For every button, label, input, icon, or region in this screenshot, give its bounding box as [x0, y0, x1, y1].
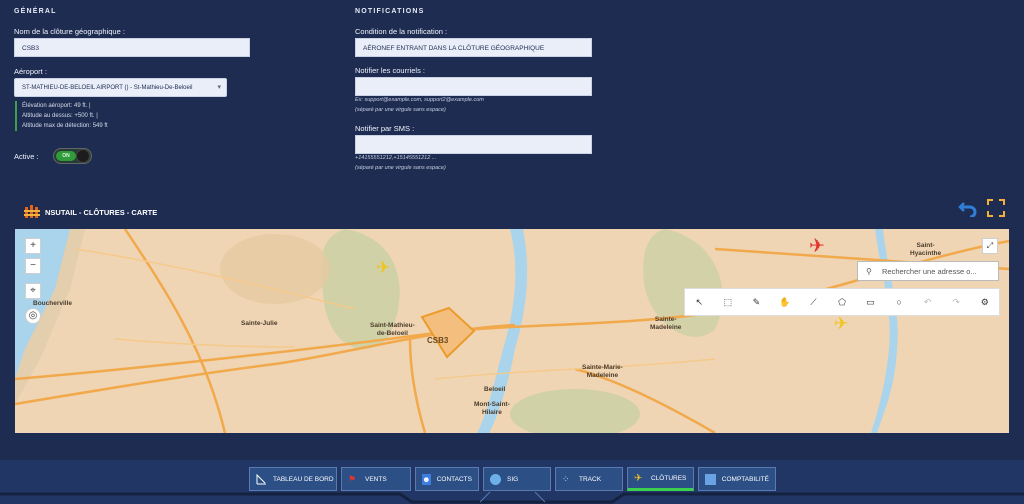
- place-beloeil: Beloeil: [484, 386, 506, 393]
- nav-label: SIG: [507, 475, 519, 483]
- email-input[interactable]: [355, 77, 592, 96]
- address-search-input[interactable]: Rechercher une adresse o...: [857, 261, 999, 281]
- airport-label: Aéroport :: [14, 67, 47, 76]
- sms-hint: +14155551212,+15145551212 ...: [355, 155, 437, 161]
- bottom-nav: TABLEAU DE BORD ⚑ VENTS ☻ CONTACTS SIG ⁘…: [0, 460, 1024, 504]
- airport-select-value: ST-MATHIEU-DE-BELOEIL AIRPORT () - St-Ma…: [22, 85, 193, 91]
- footprints-icon: ⁘: [562, 473, 570, 484]
- toggle-knob: [76, 149, 90, 163]
- fence-icon: [24, 204, 42, 218]
- zoom-out-button[interactable]: −: [25, 258, 41, 274]
- nav-label: CLÔTURES: [651, 474, 687, 482]
- draw-toolbar: ↖ ⬚ ✎ ✋ ⟋ ⬠ ▭ ○ ↶ ↷ ⚙: [684, 288, 1000, 316]
- pan-hand-icon[interactable]: ✋: [771, 297, 800, 308]
- condition-select[interactable]: AÉRONEF ENTRANT DANS LA CLÔTURE GÉOGRAPH…: [355, 38, 592, 57]
- expand-map-icon[interactable]: ⤢: [982, 238, 998, 254]
- contacts-icon: ☻: [422, 473, 431, 485]
- select-tool-icon[interactable]: ↖: [685, 297, 714, 308]
- altitude-max-text: Altitude max de détection: 549 ft: [22, 123, 108, 129]
- nav-label: CONTACTS: [436, 475, 472, 483]
- draw-line-icon[interactable]: ⟋: [799, 297, 828, 308]
- layers-icon[interactable]: ◎: [25, 308, 41, 324]
- condition-label: Condition de la notification :: [355, 27, 448, 36]
- airport-select[interactable]: ST-MATHIEU-DE-BELOEIL AIRPORT () - St-Ma…: [14, 78, 227, 97]
- fence-name-label: Nom de la clôture géographique :: [14, 27, 125, 36]
- nav-label: COMPTABILITÉ: [721, 475, 769, 483]
- elevation-text: Élévation aéroport: 49 ft. |: [22, 103, 91, 109]
- nav-clotures[interactable]: ✈ CLÔTURES: [627, 467, 694, 491]
- draw-rectangle-icon[interactable]: ▭: [856, 297, 885, 308]
- place-mont-saint-hilaire: Mont-Saint- Hilaire: [474, 401, 510, 416]
- active-toggle[interactable]: ON: [53, 148, 92, 164]
- redo-draw-icon[interactable]: ↷: [942, 297, 971, 308]
- undo-icon[interactable]: [958, 199, 978, 219]
- nav-label: TABLEAU DE BORD: [273, 475, 334, 483]
- altitude-above-text: Altitude au dessus: +500 ft. |: [22, 113, 98, 119]
- place-sainte-julie: Sainte-Julie: [241, 320, 278, 327]
- box-select-icon[interactable]: ⬚: [714, 297, 743, 308]
- undo-draw-icon[interactable]: ↶: [913, 297, 942, 308]
- windsock-icon: ⚑: [348, 473, 357, 484]
- nav-decoration: [0, 491, 1024, 504]
- email-label: Notifier les courriels :: [355, 66, 426, 75]
- aircraft-icon[interactable]: ✈: [834, 314, 848, 334]
- airplane-icon: ✈: [634, 472, 643, 484]
- notifications-title: NOTIFICATIONS: [355, 8, 425, 15]
- map-canvas[interactable]: Sainte-Julie Saint-Mathieu- de-Beloeil B…: [15, 229, 1009, 433]
- place-saint-mathieu: Saint-Mathieu- de-Beloeil: [370, 322, 415, 337]
- aircraft-icon[interactable]: ✈: [809, 235, 825, 258]
- aircraft-icon[interactable]: ✈: [376, 258, 390, 278]
- sms-hint-separator: (séparé par une virgule sans espace): [355, 165, 446, 171]
- dashboard-icon: [256, 473, 267, 485]
- draw-polygon-icon[interactable]: ⬠: [828, 297, 857, 308]
- calculator-icon: [705, 473, 716, 485]
- nav-comptabilite[interactable]: COMPTABILITÉ: [698, 467, 776, 491]
- airport-info: Élévation aéroport: 49 ft. | Altitude au…: [15, 101, 108, 131]
- settings-gear-icon[interactable]: ⚙: [970, 297, 999, 308]
- locate-icon[interactable]: ⌖: [25, 283, 41, 299]
- nav-tableau-de-bord[interactable]: TABLEAU DE BORD: [249, 467, 337, 491]
- zoom-in-button[interactable]: +: [25, 238, 41, 254]
- toggle-on-text: ON: [56, 151, 76, 161]
- nav-sig[interactable]: SIG: [483, 467, 551, 491]
- lasso-icon[interactable]: ✎: [742, 297, 771, 308]
- place-saint-hyacinthe: Saint- Hyacinthe: [910, 242, 942, 257]
- nav-label: VENTS: [365, 475, 387, 483]
- fence-name-input[interactable]: CSB3: [14, 38, 250, 57]
- sms-input[interactable]: [355, 135, 592, 154]
- general-title: GÉNÉRAL: [14, 8, 57, 15]
- map-title: NSUTAIL - CLÔTURES - CARTE: [45, 208, 158, 217]
- email-hint-separator: (séparé par une virgule sans espace): [355, 107, 446, 113]
- place-sainte-marie-madeleine: Sainte-Marie- Madeleine: [582, 364, 623, 379]
- active-label: Active :: [14, 152, 39, 161]
- sms-label: Notifier par SMS :: [355, 124, 415, 133]
- nav-contacts[interactable]: ☻ CONTACTS: [415, 467, 479, 491]
- nav-vents[interactable]: ⚑ VENTS: [341, 467, 411, 491]
- search-icon: ⚲: [866, 267, 872, 276]
- fullscreen-icon[interactable]: [987, 199, 1005, 217]
- nav-label: TRACK: [579, 475, 602, 483]
- fence-label-csb3: CSB3: [427, 336, 449, 345]
- draw-circle-icon[interactable]: ○: [885, 297, 914, 307]
- chevron-down-icon: ▾: [217, 84, 221, 91]
- place-boucherville: Boucherville: [33, 300, 73, 307]
- nav-track[interactable]: ⁘ TRACK: [555, 467, 623, 491]
- map-background: [15, 229, 1009, 433]
- email-hint: Ex: support@example.com, support2@exampl…: [355, 97, 484, 103]
- place-sainte-madeleine: Sainte- Madeleine: [650, 316, 682, 331]
- globe-icon: [490, 473, 501, 485]
